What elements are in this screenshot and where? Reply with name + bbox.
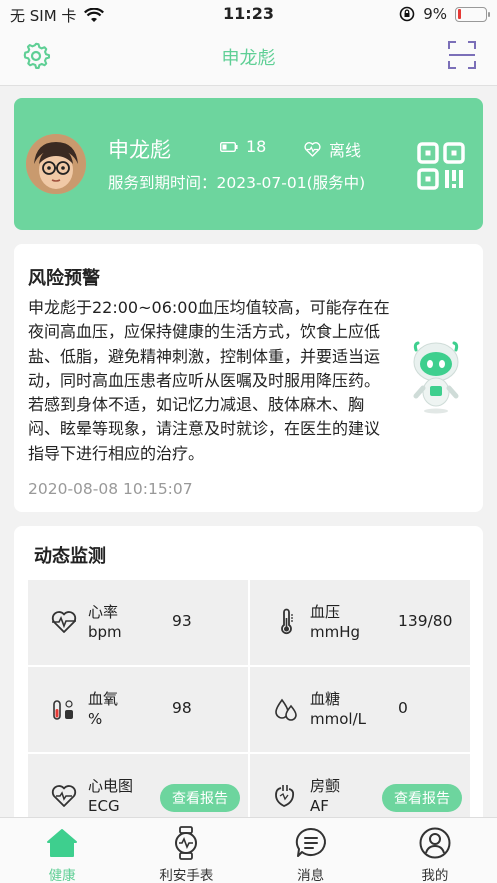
metric-name: 房颤 — [310, 777, 341, 795]
scan-icon[interactable] — [447, 40, 477, 70]
metric-blood-pressure[interactable]: 血压 mmHg 139/80 — [250, 580, 470, 665]
metric-unit: mmol/L — [310, 710, 366, 728]
heart-pulse-icon — [304, 141, 321, 157]
battery-icon — [455, 6, 490, 22]
metric-value: 0 — [398, 699, 408, 717]
profile-card[interactable]: 申龙彪 18 离线 服务到期时间：2023-07-01(服务中) — [14, 98, 483, 230]
metric-unit: AF — [310, 797, 329, 815]
metric-heart-rate[interactable]: 心率 bpm 93 — [28, 580, 248, 665]
monitoring-card: 动态监测 心率 bpm 93 血压 mmHg 139/80 血氧 % 98 血糖… — [14, 526, 483, 826]
tab-messages[interactable]: 消息 — [249, 818, 373, 883]
nav-bar: 申龙彪 — [0, 30, 497, 86]
ecg-report-button[interactable]: 查看报告 — [160, 784, 240, 812]
home-icon — [47, 829, 78, 857]
metric-unit: bpm — [88, 623, 122, 641]
avatar[interactable] — [26, 134, 86, 194]
metric-blood-sugar[interactable]: 血糖 mmol/L 0 — [250, 667, 470, 752]
user-icon — [419, 827, 451, 859]
profile-name: 申龙彪 — [108, 138, 171, 162]
battery-level-fill — [457, 9, 461, 19]
battery-percent: 9% — [423, 5, 447, 23]
metric-blood-oxygen[interactable]: 血氧 % 98 — [28, 667, 248, 752]
battery-small-icon — [220, 141, 238, 152]
robot-mascot-icon — [413, 341, 459, 414]
metric-af[interactable]: 房颤 AF 查看报告 — [250, 754, 470, 826]
device-status: 离线 — [304, 137, 361, 161]
metric-name: 血压 — [310, 603, 341, 621]
metric-label: 血压 mmHg — [310, 602, 360, 642]
metric-grid: 心率 bpm 93 血压 mmHg 139/80 血氧 % 98 血糖 mmol… — [28, 580, 483, 826]
af-report-button[interactable]: 查看报告 — [382, 784, 462, 812]
tab-label: 我的 — [421, 868, 449, 883]
device-battery: 18 — [220, 137, 266, 156]
monitoring-title: 动态监测 — [34, 546, 106, 567]
metric-name: 心电图 — [88, 777, 134, 795]
metric-value: 93 — [172, 612, 192, 630]
tab-label: 健康 — [48, 868, 76, 883]
device-battery-value: 18 — [246, 137, 267, 156]
heart-rate-icon — [51, 611, 77, 633]
watch-icon — [175, 826, 198, 860]
blood-oxygen-icon — [53, 700, 73, 720]
metric-name: 血氧 — [88, 690, 119, 708]
status-bar-right: 9% — [399, 5, 490, 23]
device-status-label: 离线 — [329, 141, 362, 160]
tab-label: 利安手表 — [159, 868, 214, 883]
tab-label: 消息 — [297, 868, 325, 883]
tab-bar: 健康 利安手表 消息 我的 — [0, 817, 497, 883]
avatar-image — [26, 134, 86, 194]
risk-title: 风险预警 — [28, 268, 100, 289]
metric-label: 心率 bpm — [88, 602, 122, 642]
af-heart-icon — [275, 785, 295, 807]
metric-unit: mmHg — [310, 623, 361, 641]
ecg-heart-icon — [51, 785, 77, 807]
risk-timestamp: 2020-08-08 10:15:07 — [28, 480, 193, 498]
metric-label: 心电图 ECG — [88, 776, 133, 816]
blood-drop-icon — [275, 698, 297, 721]
message-icon — [295, 827, 326, 857]
metric-name: 心率 — [88, 603, 119, 621]
metric-unit: ECG — [88, 797, 120, 815]
metric-label: 血糖 mmol/L — [310, 689, 366, 729]
tab-me[interactable]: 我的 — [373, 818, 497, 883]
status-bar: 无 SIM 卡 11:23 9% — [0, 0, 497, 30]
metric-ecg[interactable]: 心电图 ECG 查看报告 — [28, 754, 248, 826]
risk-body: 申龙彪于22:00~06:00血压均值较高，可能存在在夜间高血压，应保持健康的生… — [28, 298, 390, 463]
metric-label: 房颤 AF — [310, 776, 340, 816]
rotation-lock-icon — [399, 6, 415, 22]
metric-value: 98 — [172, 699, 192, 717]
metric-label: 血氧 % — [88, 689, 118, 729]
tab-watch[interactable]: 利安手表 — [124, 818, 248, 883]
page-title: 申龙彪 — [221, 48, 276, 69]
tab-health[interactable]: 健康 — [0, 818, 124, 883]
metric-unit: % — [88, 710, 103, 728]
risk-warning-card[interactable]: 风险预警 申龙彪于22:00~06:00血压均值较高，可能存在在夜间高血压，应保… — [14, 244, 483, 512]
metric-value: 139/80 — [398, 612, 453, 630]
thermometer-icon — [281, 608, 293, 635]
metric-name: 血糖 — [310, 690, 341, 708]
qr-code-icon[interactable] — [417, 142, 465, 190]
service-expiry: 服务到期时间：2023-07-01(服务中) — [108, 174, 366, 192]
